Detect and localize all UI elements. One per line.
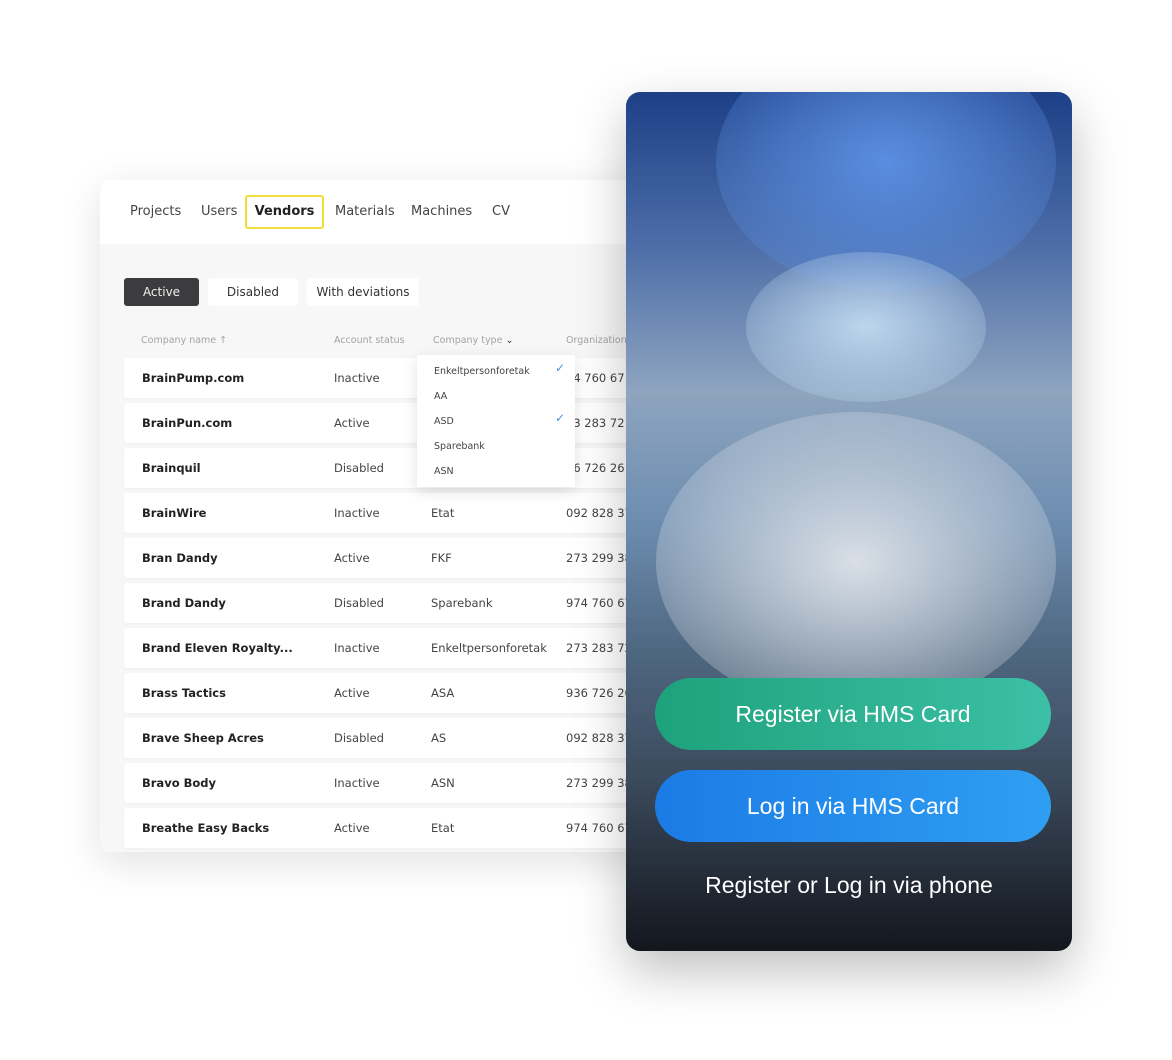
company-type: ASN bbox=[431, 776, 455, 790]
tab-vendors[interactable]: Vendors bbox=[245, 195, 324, 229]
photo-coat bbox=[656, 412, 1056, 712]
filter-with-deviations[interactable]: With deviations bbox=[307, 278, 419, 306]
company-type: Etat bbox=[431, 821, 455, 835]
company-type: Enkeltpersonforetak bbox=[431, 641, 547, 655]
table-row[interactable]: Brand Eleven Royalty... Inactive Enkeltper… bbox=[124, 628, 660, 668]
company-name: Brass Tactics bbox=[142, 686, 226, 700]
mobile-login-screen: Register via HMS Card Log in via HMS Car… bbox=[626, 92, 1072, 951]
table-row[interactable]: Brand Dandy Disabled Sparebank 974 760 67 bbox=[124, 583, 660, 623]
company-name: BrainWire bbox=[142, 506, 207, 520]
account-status: Disabled bbox=[334, 596, 384, 610]
tab-users[interactable]: Users bbox=[187, 195, 251, 229]
account-status: Active bbox=[334, 551, 370, 565]
dropdown-option[interactable]: Enkeltpersonforetak bbox=[434, 366, 530, 377]
login-hms-card-button[interactable]: Log in via HMS Card bbox=[655, 770, 1051, 842]
table-row[interactable]: BrainPump.com Inactive 74 760 67 bbox=[124, 358, 660, 398]
company-type: Sparebank bbox=[431, 596, 493, 610]
checkmark-icon: ✓ bbox=[555, 361, 566, 375]
dropdown-option[interactable]: ASD bbox=[434, 416, 454, 427]
company-type: ASA bbox=[431, 686, 455, 700]
organization-number: 092 828 37 bbox=[566, 506, 632, 520]
filter-disabled[interactable]: Disabled bbox=[208, 278, 298, 306]
table-row[interactable]: Bravo Body Inactive ASN 273 299 38 bbox=[124, 763, 660, 803]
company-name: Brand Dandy bbox=[142, 596, 226, 610]
account-status: Inactive bbox=[334, 641, 380, 655]
company-type: Etat bbox=[431, 506, 455, 520]
account-status: Active bbox=[334, 416, 370, 430]
table-row[interactable]: Brainquil Disabled 36 726 26 bbox=[124, 448, 660, 488]
chevron-down-icon: ⌄ bbox=[505, 335, 514, 346]
table-row[interactable]: BrainWire Inactive Etat 092 828 37 bbox=[124, 493, 660, 533]
table-row[interactable]: BrainPun.com Active 73 283 72 bbox=[124, 403, 660, 443]
phone-login-link[interactable]: Register or Log in via phone bbox=[626, 872, 1072, 899]
company-name: Brainquil bbox=[142, 461, 201, 475]
register-hms-card-button[interactable]: Register via HMS Card bbox=[655, 678, 1051, 750]
column-header-company-type[interactable]: Company type ⌄ bbox=[433, 335, 513, 346]
account-status: Inactive bbox=[334, 776, 380, 790]
photo-mask bbox=[746, 252, 986, 402]
organization-number: 273 299 38 bbox=[566, 776, 632, 790]
company-name: Bran Dandy bbox=[142, 551, 218, 565]
vendors-panel: Projects Users Vendors Materials Machine… bbox=[100, 180, 660, 852]
organization-number: 092 828 37 bbox=[566, 731, 632, 745]
table-row[interactable]: Brave Sheep Acres Disabled AS 092 828 37 bbox=[124, 718, 660, 758]
table-row[interactable]: Bran Dandy Active FKF 273 299 38 bbox=[124, 538, 660, 578]
account-status: Disabled bbox=[334, 731, 384, 745]
company-name: Bravo Body bbox=[142, 776, 216, 790]
company-name: BrainPun.com bbox=[142, 416, 233, 430]
organization-number: 974 760 67 bbox=[566, 821, 632, 835]
account-status: Inactive bbox=[334, 371, 380, 385]
company-name: Brand Eleven Royalty... bbox=[142, 641, 293, 655]
organization-number: 936 726 26 bbox=[566, 686, 632, 700]
company-name: Breathe Easy Backs bbox=[142, 821, 270, 835]
company-type-dropdown: Enkeltpersonforetak ✓ AA ASD ✓ Sparebank ASN bbox=[417, 355, 575, 487]
dropdown-option[interactable]: Sparebank bbox=[434, 441, 485, 452]
table-row[interactable]: Brass Tactics Active ASA 936 726 26 bbox=[124, 673, 660, 713]
company-type: FKF bbox=[431, 551, 452, 565]
dropdown-option[interactable]: AA bbox=[434, 391, 447, 402]
account-status: Active bbox=[334, 686, 370, 700]
table-row[interactable]: Breathe Easy Backs Active Etat 974 760 67 bbox=[124, 808, 660, 848]
tab-projects[interactable]: Projects bbox=[116, 195, 195, 229]
company-name: BrainPump.com bbox=[142, 371, 245, 385]
account-status: Inactive bbox=[334, 506, 380, 520]
checkmark-icon: ✓ bbox=[555, 411, 566, 425]
account-status: Active bbox=[334, 821, 370, 835]
organization-number: 273 283 72 bbox=[566, 641, 632, 655]
column-header-company-name[interactable]: Company name ↑ bbox=[141, 335, 227, 346]
organization-number: 974 760 67 bbox=[566, 596, 632, 610]
column-header-label: Company type bbox=[433, 335, 503, 346]
account-status: Disabled bbox=[334, 461, 384, 475]
company-name: Brave Sheep Acres bbox=[142, 731, 264, 745]
tab-bar: Projects Users Vendors Materials Machine… bbox=[100, 180, 660, 244]
filter-active[interactable]: Active bbox=[124, 278, 199, 306]
company-type: AS bbox=[431, 731, 447, 745]
column-header-organization[interactable]: Organization bbox=[566, 335, 627, 346]
tab-cv[interactable]: CV bbox=[478, 195, 524, 229]
column-header-account-status[interactable]: Account status bbox=[334, 335, 405, 346]
organization-number: 273 299 38 bbox=[566, 551, 632, 565]
dropdown-option[interactable]: ASN bbox=[434, 466, 454, 477]
tab-machines[interactable]: Machines bbox=[397, 195, 486, 229]
tab-materials[interactable]: Materials bbox=[321, 195, 409, 229]
